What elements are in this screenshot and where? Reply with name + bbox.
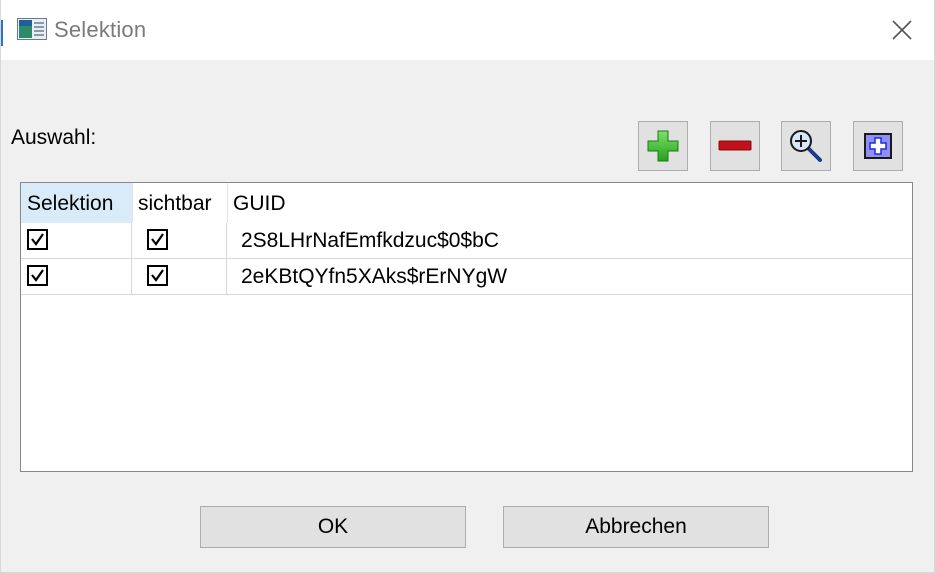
table-row[interactable]: 2S8LHrNafEmfkdzuc$0$bC (21, 223, 912, 259)
cancel-button[interactable]: Abbrechen (503, 506, 769, 548)
column-header-selektion[interactable]: Selektion (21, 183, 132, 223)
guid-value: 2eKBtQYfn5XAks$rErNYgW (241, 265, 508, 288)
cell-guid: 2S8LHrNafEmfkdzuc$0$bC (227, 223, 912, 258)
cell-selektion (21, 223, 132, 258)
app-icon (17, 18, 47, 40)
close-button[interactable] (870, 0, 934, 60)
add-element-button[interactable] (853, 121, 903, 171)
cell-sichtbar (132, 223, 227, 258)
add-button[interactable] (638, 121, 688, 171)
cell-selektion (21, 259, 132, 294)
close-icon (892, 20, 912, 40)
cell-guid: 2eKBtQYfn5XAks$rErNYgW (227, 259, 912, 294)
column-header-sichtbar[interactable]: sichtbar (132, 183, 227, 223)
zoom-button[interactable] (781, 121, 831, 171)
grid-header: Selektion sichtbar GUID (21, 183, 912, 223)
window-title: Selektion (54, 17, 147, 42)
magnifier-icon (790, 130, 822, 162)
selection-label: Auswahl: (11, 126, 97, 149)
cell-sichtbar (132, 259, 227, 294)
checkmark-icon (151, 233, 164, 246)
selektion-checkbox[interactable] (27, 265, 48, 286)
red-minus-icon (718, 140, 752, 151)
column-header-guid[interactable]: GUID (227, 183, 827, 223)
sichtbar-checkbox[interactable] (147, 265, 168, 286)
checkmark-icon (151, 269, 164, 282)
window-accent (1, 20, 3, 46)
title-bar: Selektion (1, 0, 934, 60)
green-plus-icon (647, 130, 679, 162)
ok-button[interactable]: OK (200, 506, 466, 548)
selection-grid[interactable]: Selektion sichtbar GUID 2S8LHrNafEmfkdzu… (20, 182, 913, 472)
sichtbar-checkbox[interactable] (147, 229, 168, 250)
remove-button[interactable] (710, 121, 760, 171)
checkmark-icon (31, 269, 44, 282)
checkmark-icon (31, 233, 44, 246)
selektion-checkbox[interactable] (27, 229, 48, 250)
table-row[interactable]: 2eKBtQYfn5XAks$rErNYgW (21, 259, 912, 295)
guid-value: 2S8LHrNafEmfkdzuc$0$bC (241, 229, 499, 252)
blue-plus-box-icon (864, 133, 892, 159)
selektion-dialog: Selektion Auswahl: Selektion sichtbar GU… (0, 0, 935, 573)
